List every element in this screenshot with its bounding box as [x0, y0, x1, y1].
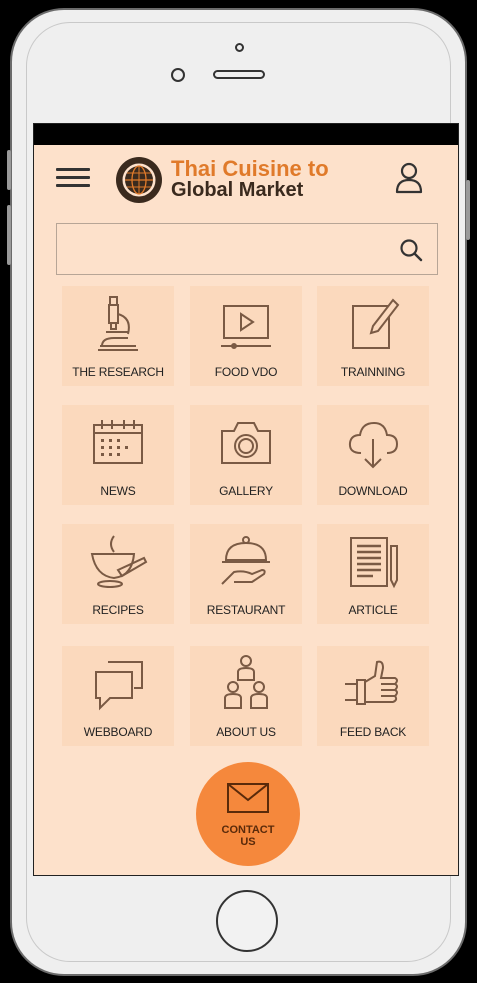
serving-cloche-icon — [221, 536, 270, 585]
menu-tile-label: NEWS — [100, 484, 136, 498]
search-input[interactable] — [67, 234, 381, 266]
microscope-icon — [98, 296, 138, 351]
menu-tile-article[interactable]: ARTICLE — [317, 524, 429, 624]
menu-tile-label: FOOD VDO — [214, 365, 278, 379]
menu-tile-news[interactable]: NEWS — [62, 405, 174, 505]
volume-button — [7, 205, 11, 265]
hamburger-menu-icon[interactable] — [56, 168, 90, 187]
volume-button — [7, 150, 11, 190]
app-screen: Thai Cuisine to Global Market THE RESEAR… — [33, 123, 459, 876]
contact-us-button[interactable]: CONTACT US — [196, 762, 300, 866]
menu-tile-label: RECIPES — [92, 603, 144, 617]
camera-icon — [221, 422, 271, 464]
proximity-sensor — [171, 68, 185, 82]
chat-bubbles-icon — [95, 661, 143, 711]
menu-tile-label: FEED BACK — [339, 725, 407, 739]
video-play-icon — [221, 305, 271, 349]
document-pen-icon — [350, 537, 398, 589]
status-bar — [34, 124, 458, 145]
menu-tile-label: RESTAURANT — [206, 603, 286, 617]
menu-tile-label: DOWNLOAD — [338, 484, 408, 498]
menu-tile-download[interactable]: DOWNLOAD — [317, 405, 429, 505]
menu-tile-feed-back[interactable]: FEED BACK — [317, 646, 429, 746]
home-button[interactable] — [216, 890, 278, 952]
menu-tile-label: WEBBOARD — [83, 725, 153, 739]
contact-us-label: CONTACT US — [221, 824, 275, 848]
user-profile-icon[interactable] — [394, 162, 424, 194]
envelope-icon — [227, 783, 269, 813]
menu-tile-food-vdo[interactable]: FOOD VDO — [190, 286, 302, 386]
menu-tile-label: ABOUT US — [216, 725, 276, 739]
search-icon[interactable] — [399, 238, 423, 262]
menu-tile-webboard[interactable]: WEBBOARD — [62, 646, 174, 746]
menu-tile-about-us[interactable]: ABOUT US — [190, 646, 302, 746]
menu-tile-label: THE RESEARCH — [72, 365, 164, 379]
cloud-download-icon — [348, 421, 399, 469]
app-title-line2: Global Market — [171, 179, 304, 201]
menu-tile-gallery[interactable]: GALLERY — [190, 405, 302, 505]
team-icon — [224, 655, 268, 709]
menu-tile-research[interactable]: THE RESEARCH — [62, 286, 174, 386]
thumbs-up-icon — [345, 660, 398, 705]
power-button — [466, 180, 470, 240]
menu-tile-label: ARTICLE — [348, 603, 398, 617]
menu-tile-trainning[interactable]: TRAINNING — [317, 286, 429, 386]
menu-tile-label: TRAINNING — [340, 365, 406, 379]
mortar-pestle-icon — [90, 535, 148, 588]
edit-note-icon — [352, 298, 400, 349]
menu-tile-restaurant[interactable]: RESTAURANT — [190, 524, 302, 624]
search-bar — [56, 223, 438, 275]
menu-tile-recipes[interactable]: RECIPES — [62, 524, 174, 624]
globe-logo-icon — [116, 157, 162, 203]
calendar-icon — [93, 420, 143, 464]
front-camera — [235, 43, 244, 52]
earpiece-speaker — [213, 70, 265, 79]
menu-tile-label: GALLERY — [219, 484, 273, 498]
